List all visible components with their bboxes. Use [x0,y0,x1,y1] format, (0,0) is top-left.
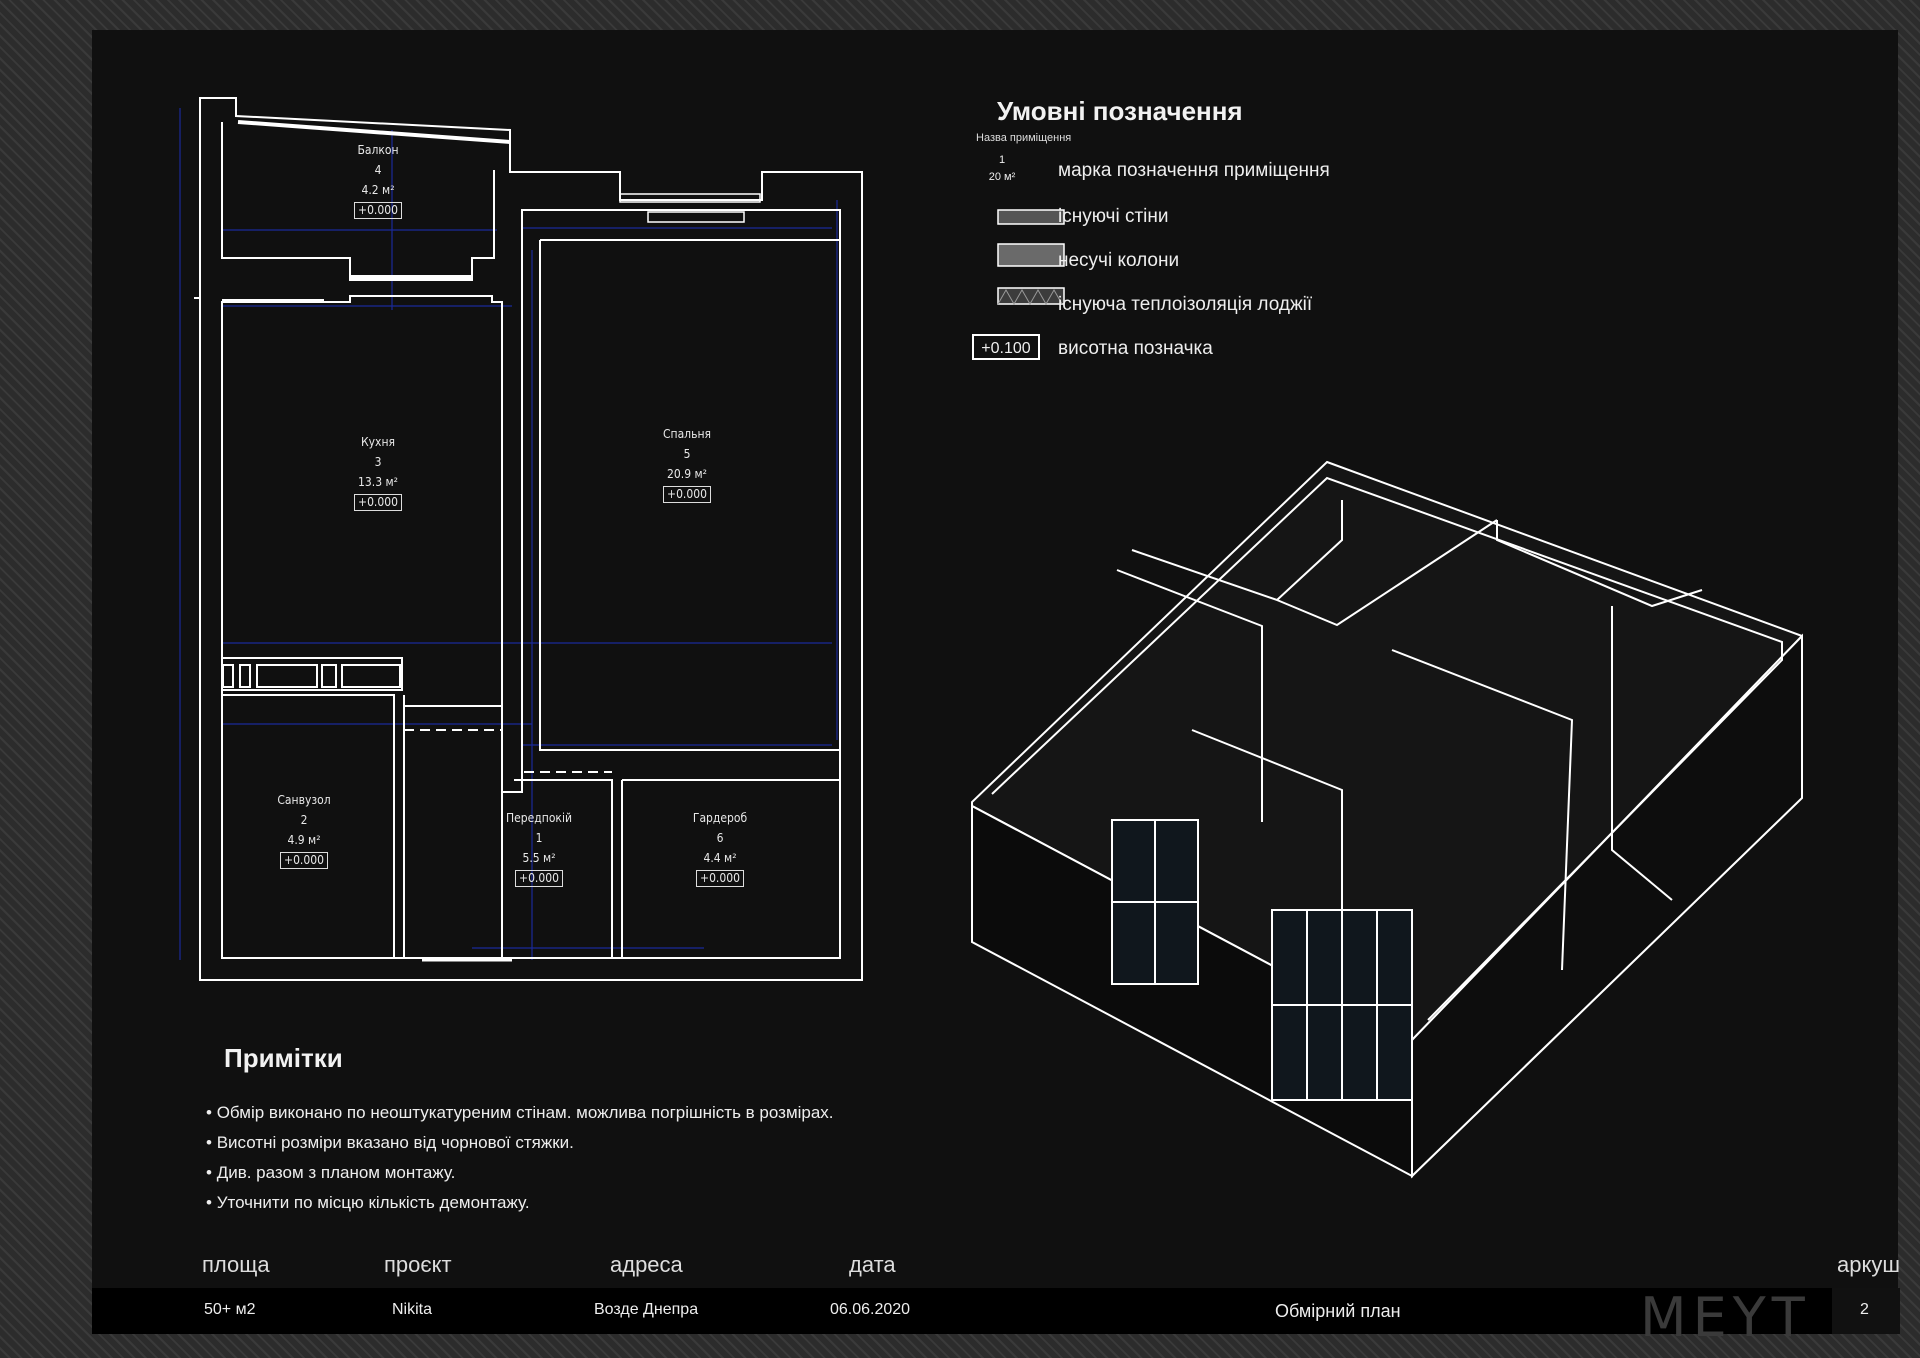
footer-label-project: проєкт [384,1252,452,1277]
room-name: Передпокій [506,811,572,825]
note-item: Див. разом з планом монтажу. [206,1158,834,1188]
room-name: Кухня [361,435,395,449]
footer-value-project: Nikita [392,1301,433,1318]
wall-hatch-icon [997,209,1065,225]
elevation-mark: +0.000 [354,202,402,219]
legend-label: висотна позначка [1058,338,1213,359]
elevation-mark: +0.000 [354,494,402,511]
footer-value-address: Возде Днепра [594,1301,699,1318]
room-name: Гардероб [692,811,748,825]
room-tag-icon: 1 20 м² [972,152,1032,183]
room-area: 4.4 м² [703,851,737,865]
room-area: 4.9 м² [287,833,321,847]
legend-sample-area: 20 м² [988,171,1016,183]
note-item: Уточнити по місцю кількість демонтажу. [206,1188,834,1218]
footer-value-sheet: 2 [1860,1301,1869,1318]
room-number: 6 [716,831,724,845]
footer-label-address: адреса [610,1252,683,1277]
legend-label: несучі колони [1058,250,1180,271]
room-number: 1 [535,831,543,845]
legend-label: марка позначення приміщення [1058,160,1330,181]
note-item: Висотні розміри вказано від чорнової стя… [206,1128,834,1158]
footer-value-area: 50+ м2 [204,1301,256,1318]
elevation-mark: +0.000 [696,870,744,887]
footer-label-sheet: аркуш [1837,1252,1900,1277]
room-tag-kitchen: Кухня 3 13.3 м² +0.000 [298,432,458,512]
notes-list: Обмір виконано по неоштукатуреним стінам… [206,1098,834,1218]
room-number: 5 [683,447,691,461]
drawing-sheet: Балкон 4 4.2 м² +0.000 Кухня 3 13.3 м² +… [92,30,1900,1349]
room-name: Санвузол [277,793,331,807]
column-hatch-icon [997,243,1065,267]
room-tag-bathroom: Санвузол 2 4.9 м² +0.000 [224,790,384,870]
elevation-mark-icon: +0.100 [972,334,1040,360]
room-area: 5.5 м² [522,851,556,865]
legend-label: існуючі стіни [1058,206,1169,227]
elevation-mark: +0.000 [280,852,328,869]
room-number: 3 [374,455,382,469]
room-tag-bedroom: Спальня 5 20.9 м² +0.000 [607,424,767,504]
footer-value-title: Обмірний план [1275,1301,1401,1321]
brand-logo: MEYT [1640,1286,1811,1349]
note-item: Обмір виконано по неоштукатуреним стінам… [206,1098,834,1128]
room-area: 20.9 м² [667,467,707,481]
room-tag-wardrobe: Гардероб 6 4.4 м² +0.000 [640,808,800,888]
room-area: 13.3 м² [358,475,398,489]
room-tag-hallway: Передпокій 1 5.5 м² +0.000 [459,808,619,888]
isometric-view [971,460,1803,1179]
footer-label-area: площа [202,1252,270,1277]
elevation-mark: +0.000 [515,870,563,887]
room-tag-balcony: Балкон 4 4.2 м² +0.000 [298,140,458,220]
notes-title: Примітки [224,1043,343,1073]
sheet-number-box: 2 [1830,1288,1900,1334]
hatched-frame: Балкон 4 4.2 м² +0.000 Кухня 3 13.3 м² +… [0,0,1920,1358]
room-name: Спальня [662,427,712,441]
legend-label: існуюча теплоізоляція лоджії [1058,294,1313,315]
footer-label-date: дата [849,1252,896,1277]
room-number: 4 [374,163,382,177]
legend-sample-number: 1 [998,154,1006,166]
room-number: 2 [300,813,308,827]
legend-symbols [997,209,1065,306]
footer-value-date: 06.06.2020 [830,1301,911,1318]
title-block: 50+ м2 Nikita Возде Днепра 06.06.2020 Об… [92,1286,1900,1349]
legend-subtitle: Назва приміщення [976,132,1072,144]
legend-title: Умовні позначення [997,96,1243,126]
room-name: Балкон [357,143,399,157]
elevation-mark: +0.000 [663,486,711,503]
room-area: 4.2 м² [361,183,395,197]
